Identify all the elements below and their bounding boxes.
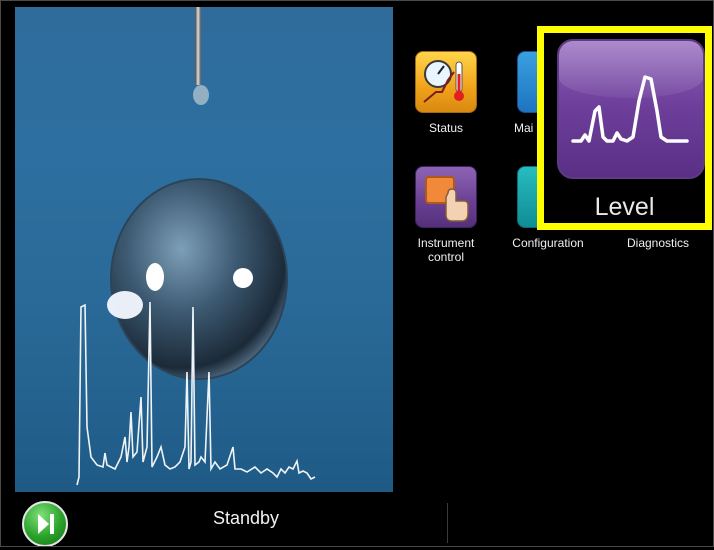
play-pause-icon[interactable] (22, 501, 68, 547)
status-bar-divider (447, 503, 448, 543)
hand-press-icon (415, 166, 477, 228)
app-configuration-label: Configuration (512, 236, 584, 250)
app-diagnostics-label: Diagnostics (626, 236, 690, 250)
instrument-photo (15, 7, 393, 492)
level-label: Level (594, 193, 655, 221)
status-state-text: Standby (213, 508, 280, 528)
level-highlight-box[interactable]: Level (537, 26, 712, 230)
status-bar: Standby (0, 494, 714, 547)
app-instrument-control[interactable]: Instrument control (398, 166, 494, 264)
status-gauge-icon (415, 51, 477, 113)
droplet-chromatogram-image (76, 7, 316, 486)
level-chromatogram-icon (557, 39, 705, 179)
app-status-label: Status (428, 121, 464, 135)
app-status[interactable]: Status (398, 51, 494, 135)
app-instrument-control-label: Instrument control (417, 236, 475, 264)
